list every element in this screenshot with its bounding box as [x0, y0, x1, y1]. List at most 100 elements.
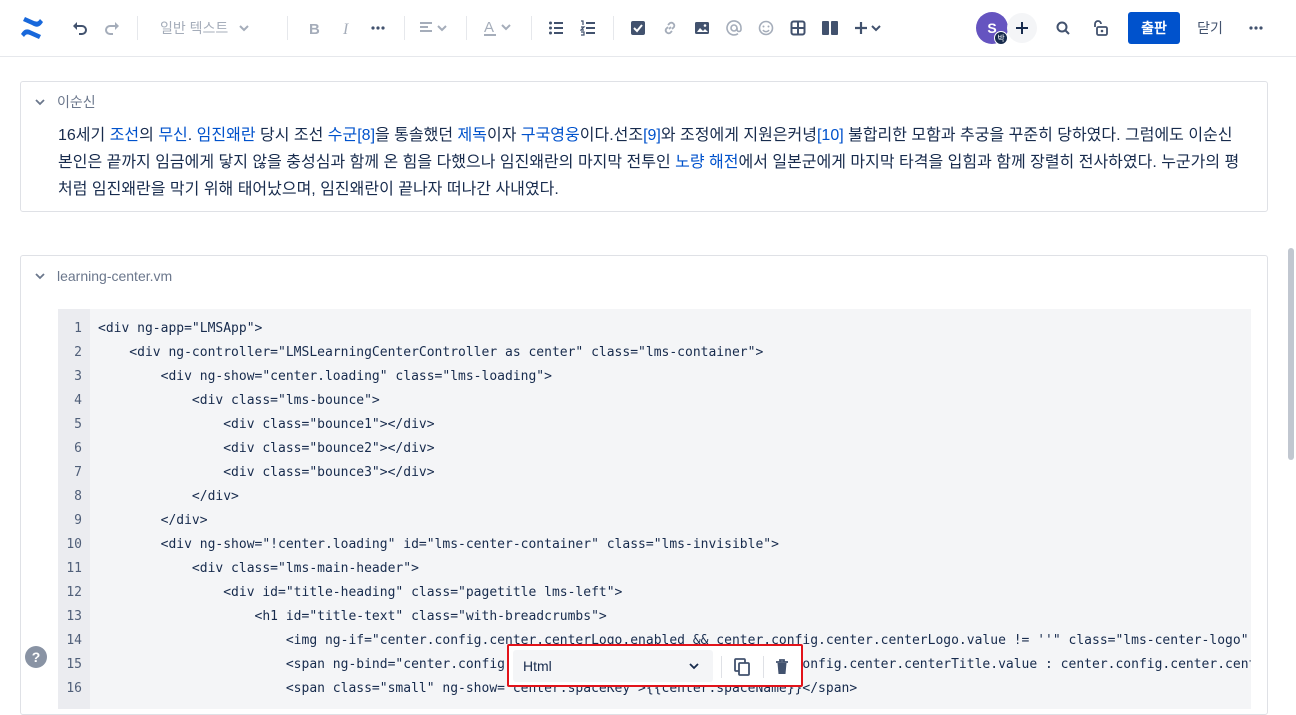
code-text: <div class="lms-bounce"> — [98, 393, 380, 408]
svg-text:I: I — [342, 21, 349, 36]
chevron-down-icon — [239, 25, 250, 32]
inline-link[interactable]: 구국영웅 — [521, 127, 580, 144]
paragraph-text: 을 통솔했던 — [375, 127, 458, 144]
line-number: 13 — [66, 609, 82, 624]
italic-icon[interactable]: I — [334, 14, 358, 42]
code-line: 12 <div id="title-heading" class="pageti… — [58, 580, 1251, 604]
inline-link[interactable]: 임진왜란 — [197, 127, 256, 144]
language-dropdown[interactable]: Html — [513, 650, 713, 682]
code-line: 7 <div class="bounce3"></div> — [58, 460, 1251, 484]
emoji-icon[interactable] — [754, 14, 778, 42]
more-options-icon[interactable] — [1244, 14, 1268, 42]
close-button[interactable]: 닫기 — [1188, 12, 1232, 44]
editor-toolbar: 일반 텍스트 B I A S 박 출판 닫기 — [0, 0, 1296, 57]
code-text: <div class="lms-main-header"> — [98, 561, 419, 576]
divider — [287, 16, 288, 40]
invite-button[interactable] — [1007, 13, 1037, 43]
table-icon[interactable] — [786, 14, 810, 42]
text-style-dropdown[interactable]: 일반 텍스트 — [160, 14, 270, 42]
code-line: 10 <div ng-show="!center.loading" id="lm… — [58, 532, 1251, 556]
svg-text:A: A — [484, 19, 494, 36]
insert-more-icon[interactable] — [852, 14, 884, 42]
task-checkbox-icon[interactable] — [626, 14, 650, 42]
code-text: </div> — [98, 489, 239, 504]
line-number: 9 — [74, 513, 82, 528]
expand-header[interactable]: 이순신 — [35, 92, 96, 112]
svg-text:B: B — [309, 21, 320, 36]
help-icon: ? — [31, 649, 41, 665]
code-text: <div class="bounce3"></div> — [98, 465, 435, 480]
paragraph-text: 당시 조선 — [255, 127, 328, 144]
inline-link[interactable]: 조선 — [110, 127, 139, 144]
mention-icon[interactable] — [722, 14, 746, 42]
inline-link[interactable]: [8] — [357, 127, 375, 144]
inline-link[interactable]: [10] — [817, 127, 844, 144]
code-text: <h1 id="title-text" class="with-breadcru… — [98, 609, 607, 624]
code-line: 6 <div class="bounce2"></div> — [58, 436, 1251, 460]
code-text: <div class="bounce2"></div> — [98, 441, 435, 456]
inline-link[interactable]: [9] — [643, 127, 661, 144]
alignment-icon[interactable] — [416, 14, 452, 42]
line-number: 12 — [66, 585, 82, 600]
code-line: 5 <div class="bounce1"></div> — [58, 412, 1251, 436]
divider — [404, 16, 405, 40]
undo-icon[interactable] — [68, 14, 92, 42]
code-line: 9 </div> — [58, 508, 1251, 532]
inline-link[interactable]: 노량 해전 — [675, 154, 738, 171]
line-number: 6 — [74, 441, 82, 456]
inline-link[interactable]: 무신 — [158, 127, 187, 144]
paragraph-text: 이다.선조 — [579, 127, 644, 144]
paragraph-text: . — [187, 127, 197, 144]
divider — [466, 16, 467, 40]
confluence-logo-icon[interactable] — [18, 14, 46, 42]
bullet-list-icon[interactable] — [544, 14, 568, 42]
layouts-icon[interactable] — [818, 14, 842, 42]
chevron-down-icon — [689, 663, 699, 670]
inline-link[interactable]: 제독 — [458, 127, 487, 144]
publish-button[interactable]: 출판 — [1128, 12, 1180, 44]
code-line: 11 <div class="lms-main-header"> — [58, 556, 1251, 580]
expand-header[interactable]: learning-center.vm — [35, 266, 172, 286]
paragraph-text: 와 조정에게 지원은커녕 — [660, 127, 817, 144]
unlock-icon[interactable] — [1088, 14, 1112, 42]
copy-icon[interactable] — [731, 656, 753, 678]
code-line: 2 <div ng-controller="LMSLearningCenterC… — [58, 340, 1251, 364]
expand-title: learning-center.vm — [57, 268, 173, 284]
text-color-icon[interactable]: A — [480, 14, 516, 42]
line-number: 7 — [74, 465, 82, 480]
code-text: <div class="bounce1"></div> — [98, 417, 435, 432]
text-style-label: 일반 텍스트 — [160, 20, 229, 36]
scrollbar[interactable] — [1288, 248, 1294, 460]
numbered-list-icon[interactable] — [576, 14, 600, 42]
line-number: 4 — [74, 393, 82, 408]
link-icon[interactable] — [658, 14, 682, 42]
code-text: <div ng-show="!center.loading" id="lms-c… — [98, 537, 779, 552]
line-number: 8 — [74, 489, 82, 504]
paragraph-text: 이자 — [486, 127, 521, 144]
bold-icon[interactable]: B — [302, 14, 326, 42]
code-block-toolbar: Html — [507, 644, 803, 687]
code-text: <div ng-controller="LMSLearningCenterCon… — [98, 345, 764, 360]
paragraph-text: 16세기 — [58, 127, 110, 144]
code-line: 4 <div class="lms-bounce"> — [58, 388, 1251, 412]
expand-section: 이순신 16세기 조선의 무신. 임진왜란 당시 조선 수군[8]을 통솔했던 … — [20, 81, 1268, 212]
code-text: </div> — [98, 513, 208, 528]
delete-icon[interactable] — [771, 656, 793, 678]
divider — [137, 16, 138, 40]
line-number: 11 — [66, 561, 82, 576]
redo-icon[interactable] — [100, 14, 124, 42]
code-line: 13 <h1 id="title-text" class="with-bread… — [58, 604, 1251, 628]
search-icon[interactable] — [1051, 14, 1075, 42]
line-number: 16 — [66, 681, 82, 696]
line-number: 15 — [66, 657, 82, 672]
line-number: 1 — [74, 321, 82, 336]
inline-link[interactable]: 수군 — [328, 127, 357, 144]
chevron-down-icon — [35, 273, 45, 280]
line-number: 10 — [66, 537, 82, 552]
code-line: 3 <div ng-show="center.loading" class="l… — [58, 364, 1251, 388]
help-button[interactable]: ? — [25, 646, 47, 668]
image-icon[interactable] — [690, 14, 714, 42]
chevron-down-icon — [35, 99, 45, 106]
more-formatting-icon[interactable] — [366, 14, 390, 42]
language-label: Html — [523, 658, 552, 674]
